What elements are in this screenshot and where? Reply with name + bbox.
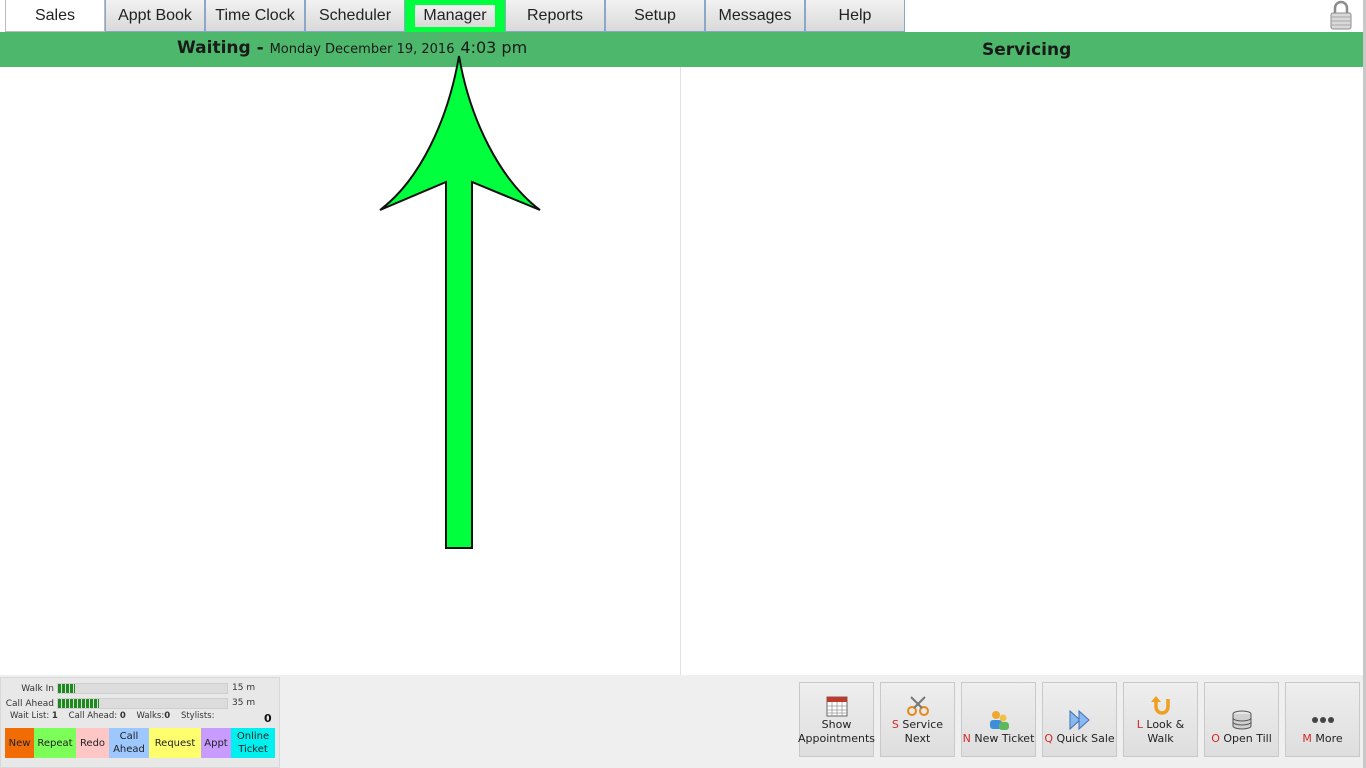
legend-new: New: [5, 728, 34, 758]
lock-icon[interactable]: [1328, 0, 1354, 30]
legend-online-ticket: Online Ticket: [231, 728, 275, 758]
call-ahead-bar: [57, 698, 228, 709]
call-ahead-row: Call Ahead: [5, 699, 54, 709]
app-window: Sales Appt Book Time Clock Scheduler Man…: [0, 0, 1366, 768]
tab-time-clock[interactable]: Time Clock: [205, 0, 305, 32]
look-and-walk-button[interactable]: L Look & Walk: [1123, 682, 1198, 757]
legend-call-ahead: Call Ahead: [109, 728, 149, 758]
scissors-icon: [906, 696, 929, 716]
tab-messages[interactable]: Messages: [705, 0, 805, 32]
queue-counts: Wait List: 1 Call Ahead: 0 Walks:0 Styli…: [10, 711, 215, 721]
tab-appt-book[interactable]: Appt Book: [105, 0, 205, 32]
show-appointments-button[interactable]: Show Appointments: [798, 682, 875, 757]
tab-manager[interactable]: Manager: [405, 0, 505, 32]
walk-in-bar: [57, 683, 228, 694]
fast-forward-icon: [1069, 709, 1090, 731]
tab-scheduler[interactable]: Scheduler: [305, 0, 405, 32]
main-tab-bar: Sales Appt Book Time Clock Scheduler Man…: [5, 0, 905, 32]
ticket-type-legend: New Repeat Redo Call Ahead Request Appt …: [5, 728, 275, 758]
call-ahead-minutes: 35 m: [232, 698, 256, 708]
ellipsis-icon: [1311, 717, 1334, 723]
legend-repeat: Repeat: [34, 728, 76, 758]
service-next-button[interactable]: S Service Next: [880, 682, 955, 757]
people-icon: [989, 711, 1009, 730]
legend-redo: Redo: [76, 728, 109, 758]
column-divider: [680, 67, 681, 675]
quick-sale-button[interactable]: Q Quick Sale: [1042, 682, 1117, 757]
legend-request: Request: [149, 728, 201, 758]
open-till-button[interactable]: O Open Till: [1204, 682, 1279, 757]
walk-in-row: Walk In: [21, 684, 54, 694]
servicing-header: Servicing: [982, 40, 1072, 60]
u-turn-icon: [1150, 696, 1170, 715]
tab-setup[interactable]: Setup: [605, 0, 705, 32]
new-ticket-button[interactable]: N New Ticket: [961, 682, 1036, 757]
stylists-count: 0: [264, 712, 272, 725]
tab-sales[interactable]: Sales: [5, 0, 105, 32]
walk-in-minutes: 15 m: [232, 683, 256, 693]
action-button-bar: Show Appointments S Service Next N New T…: [798, 682, 1360, 757]
tab-reports[interactable]: Reports: [505, 0, 605, 32]
tab-help[interactable]: Help: [805, 0, 905, 32]
calendar-icon: [826, 696, 847, 717]
coin-stack-icon: [1232, 710, 1251, 730]
walk-in-bar-fill: [58, 684, 75, 693]
call-ahead-bar-fill: [58, 699, 99, 708]
green-arrow-icon: [379, 55, 541, 549]
legend-appt: Appt: [201, 728, 231, 758]
queue-header-bar: Waiting - Monday December 19, 2016 4:03 …: [0, 32, 1363, 67]
more-button[interactable]: M More: [1285, 682, 1360, 757]
